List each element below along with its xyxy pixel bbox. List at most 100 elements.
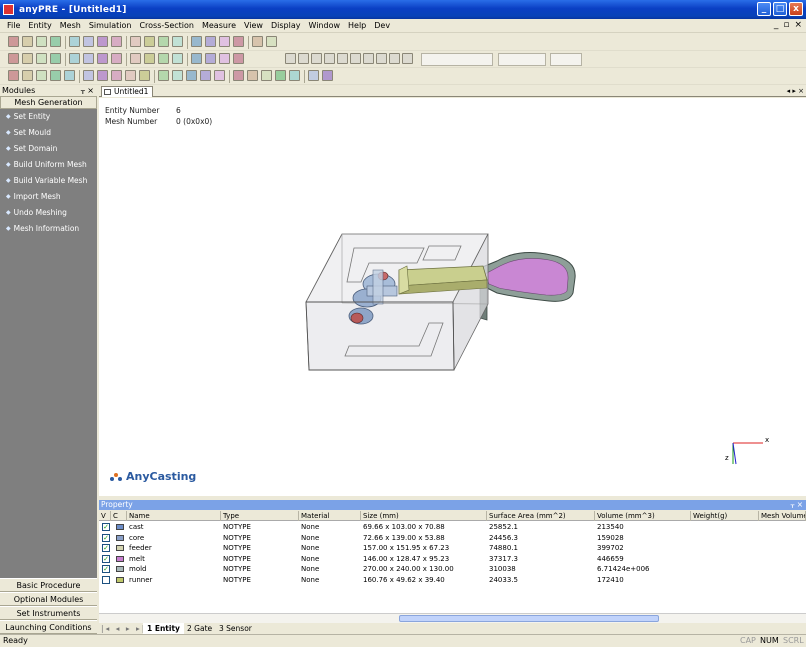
toolbar-button-icon[interactable] (22, 70, 33, 81)
column-header[interactable]: C (111, 511, 127, 521)
module-build-uniform-mesh[interactable]: ◆ Build Uniform Mesh (0, 157, 97, 173)
menu-mesh[interactable]: Mesh (56, 19, 85, 33)
mdi-restore-button[interactable]: ▫ (783, 20, 789, 30)
menu-window[interactable]: Window (304, 19, 344, 33)
toolbar-button-icon[interactable] (158, 36, 169, 47)
group-launching-conditions[interactable]: Launching Conditions (0, 620, 97, 634)
toolbar-button-icon[interactable] (130, 36, 141, 47)
toolbar-disabled-icon[interactable] (350, 53, 361, 64)
toolbar-button-icon[interactable] (8, 53, 19, 64)
toolbar-button-icon[interactable] (8, 70, 19, 81)
group-mesh-generation[interactable]: Mesh Generation (0, 96, 97, 109)
toolbar-button-icon[interactable] (50, 36, 61, 47)
horizontal-scrollbar[interactable] (99, 613, 806, 623)
menu-measure[interactable]: Measure (198, 19, 240, 33)
toolbar-button-icon[interactable] (144, 53, 155, 64)
toolbar-button-icon[interactable] (172, 36, 183, 47)
color-swatch[interactable] (116, 524, 124, 530)
toolbar-button-icon[interactable] (139, 70, 150, 81)
toolbar-button-icon[interactable] (233, 53, 244, 64)
mdi-minimize-button[interactable]: _ (774, 20, 779, 30)
group-basic-procedure[interactable]: Basic Procedure (0, 578, 97, 592)
tab-untitled1[interactable]: Untitled1 (101, 86, 154, 97)
column-header[interactable]: Type (221, 511, 299, 521)
toolbar-button-icon[interactable] (186, 70, 197, 81)
menu-entity[interactable]: Entity (24, 19, 55, 33)
toolbar-button-icon[interactable] (191, 36, 202, 47)
toolbar-button-icon[interactable] (219, 36, 230, 47)
toolbar-button-icon[interactable] (69, 53, 80, 64)
menu-display[interactable]: Display (267, 19, 305, 33)
toolbar-button-icon[interactable] (158, 70, 169, 81)
toolbar-button-icon[interactable] (219, 53, 230, 64)
color-swatch[interactable] (116, 545, 124, 551)
toolbar-disabled-icon[interactable] (285, 53, 296, 64)
module-import-mesh[interactable]: ◆ Import Mesh (0, 189, 97, 205)
column-header[interactable]: Mesh Volume (759, 511, 806, 521)
visibility-checkbox[interactable]: ✓ (102, 544, 110, 552)
toolbar-button-icon[interactable] (266, 36, 277, 47)
toolbar-button-icon[interactable] (289, 70, 300, 81)
toolbar-combo-1[interactable] (421, 53, 493, 66)
toolbar-button-icon[interactable] (158, 53, 169, 64)
toolbar-button-icon[interactable] (97, 70, 108, 81)
column-header[interactable]: Size (mm) (361, 511, 487, 521)
group-set-instruments[interactable]: Set Instruments (0, 606, 97, 620)
toolbar-button-icon[interactable] (97, 53, 108, 64)
minimize-button[interactable]: _ (757, 2, 771, 16)
menu-dev[interactable]: Dev (370, 19, 394, 33)
3d-viewport[interactable]: Entity Number 6 Mesh Number 0 (0x0x0) x … (99, 98, 806, 496)
toolbar-button-icon[interactable] (111, 53, 122, 64)
toolbar-button-icon[interactable] (22, 53, 33, 64)
module-set-entity[interactable]: ◆ Set Entity (0, 109, 97, 125)
toolbar-button-icon[interactable] (252, 36, 263, 47)
toolbar-button-icon[interactable] (69, 36, 80, 47)
toolbar-button-icon[interactable] (125, 70, 136, 81)
toolbar-button-icon[interactable] (205, 53, 216, 64)
column-header[interactable]: Weight(g) (691, 511, 759, 521)
toolbar-field-3[interactable] (550, 53, 582, 66)
toolbar-disabled-icon[interactable] (402, 53, 413, 64)
visibility-checkbox[interactable]: ✓ (102, 533, 110, 542)
toolbar-disabled-icon[interactable] (389, 53, 400, 64)
toolbar-button-icon[interactable] (83, 70, 94, 81)
toolbar-disabled-icon[interactable] (376, 53, 387, 64)
menu-view[interactable]: View (240, 19, 267, 33)
column-header[interactable]: V (99, 511, 111, 521)
toolbar-button-icon[interactable] (172, 53, 183, 64)
property-pin-close[interactable]: ᚁ × (791, 500, 803, 510)
tab-nav-controls[interactable]: ◂ ▸ × (787, 86, 804, 96)
toolbar-disabled-icon[interactable] (298, 53, 309, 64)
toolbar-button-icon[interactable] (83, 53, 94, 64)
toolbar-button-icon[interactable] (50, 70, 61, 81)
table-row[interactable]: ✓ melt NOTYPE None 146.00 x 128.47 x 95.23 37… (99, 554, 806, 564)
toolbar-combo-2[interactable] (498, 53, 546, 66)
toolbar-button-icon[interactable] (22, 36, 33, 47)
toolbar-button-icon[interactable] (261, 70, 272, 81)
column-header[interactable]: Surface Area (mm^2) (487, 511, 595, 521)
toolbar-button-icon[interactable] (36, 70, 47, 81)
toolbar-button-icon[interactable] (36, 36, 47, 47)
toolbar-button-icon[interactable] (308, 70, 319, 81)
close-button[interactable]: x (789, 2, 803, 16)
toolbar-disabled-icon[interactable] (311, 53, 322, 64)
toolbar-button-icon[interactable] (233, 70, 244, 81)
menu-simulation[interactable]: Simulation (85, 19, 136, 33)
color-swatch[interactable] (116, 576, 124, 583)
visibility-checkbox[interactable] (102, 575, 110, 584)
visibility-checkbox[interactable]: ✓ (102, 523, 110, 531)
toolbar-button-icon[interactable] (8, 36, 19, 47)
toolbar-button-icon[interactable] (205, 36, 216, 47)
toolbar-button-icon[interactable] (130, 53, 141, 64)
toolbar-button-icon[interactable] (247, 70, 258, 81)
table-row[interactable]: ✓ cast NOTYPE None 69.66 x 103.00 x 70.88 258… (99, 522, 806, 532)
toolbar-disabled-icon[interactable] (324, 53, 335, 64)
column-header[interactable]: Volume (mm^3) (595, 511, 691, 521)
toolbar-button-icon[interactable] (233, 36, 244, 47)
module-set-domain[interactable]: ◆ Set Domain (0, 141, 97, 157)
color-swatch[interactable] (116, 566, 124, 572)
mdi-close-button[interactable]: × (794, 20, 802, 30)
toolbar-button-icon[interactable] (172, 70, 183, 81)
toolbar-button-icon[interactable] (97, 36, 108, 47)
toolbar-button-icon[interactable] (275, 70, 286, 81)
